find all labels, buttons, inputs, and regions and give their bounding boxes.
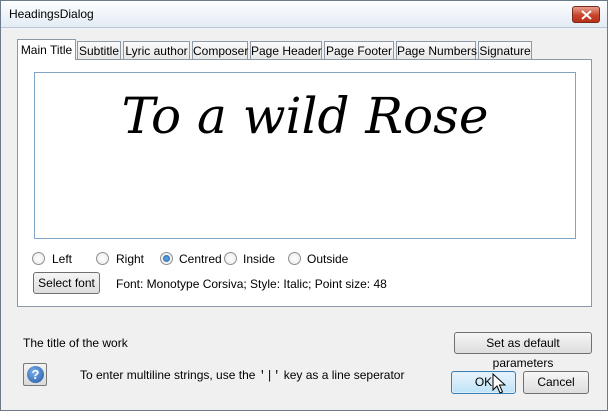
- multiline-hint: To enter multiline strings, use the '|' …: [80, 368, 405, 383]
- close-button[interactable]: [572, 6, 600, 23]
- field-description: The title of the work: [23, 336, 128, 350]
- radio-button[interactable]: [32, 252, 45, 265]
- close-icon: [581, 10, 592, 20]
- title-bar: HeadingsDialog: [1, 1, 607, 28]
- tab-main-title[interactable]: Main Title: [17, 39, 76, 60]
- tab-signature[interactable]: Signature: [478, 41, 532, 59]
- separator-key: '|': [258, 369, 281, 383]
- title-preview-text: To a wild Rose: [121, 87, 489, 145]
- set-default-button[interactable]: Set as default parameters: [454, 332, 592, 370]
- radio-label: Left: [52, 252, 73, 266]
- main-title-panel: To a wild Rose Left Right Centred Inside…: [17, 59, 592, 307]
- radio-label: Right: [116, 252, 145, 266]
- window-title: HeadingsDialog: [9, 7, 94, 21]
- tab-page-numbers[interactable]: Page Numbers: [396, 41, 477, 59]
- radio-label: Inside: [243, 252, 276, 266]
- radio-button[interactable]: [160, 252, 173, 265]
- tab-subtitle[interactable]: Subtitle: [77, 41, 121, 59]
- tab-lyric-author[interactable]: Lyric author: [123, 41, 190, 59]
- ok-button[interactable]: OK: [451, 371, 516, 394]
- radio-button[interactable]: [224, 252, 237, 265]
- tab-composer[interactable]: Composer: [192, 41, 248, 59]
- headings-dialog: HeadingsDialog Main Title Subtitle Lyric…: [0, 0, 608, 411]
- help-icon: ?: [27, 366, 44, 383]
- radio-label: Centred: [179, 252, 222, 266]
- radio-label: Outside: [307, 252, 349, 266]
- mouse-pointer-icon: [492, 373, 506, 394]
- radio-button[interactable]: [288, 252, 301, 265]
- select-font-button[interactable]: Select font: [33, 272, 100, 294]
- tab-page-header[interactable]: Page Header: [250, 41, 322, 59]
- cancel-button[interactable]: Cancel: [523, 371, 589, 394]
- radio-button[interactable]: [96, 252, 109, 265]
- font-info-text: Font: Monotype Corsiva; Style: Italic; P…: [116, 277, 387, 291]
- help-button[interactable]: ?: [23, 363, 47, 386]
- title-preview: To a wild Rose: [34, 72, 576, 239]
- tab-page-footer[interactable]: Page Footer: [324, 41, 394, 59]
